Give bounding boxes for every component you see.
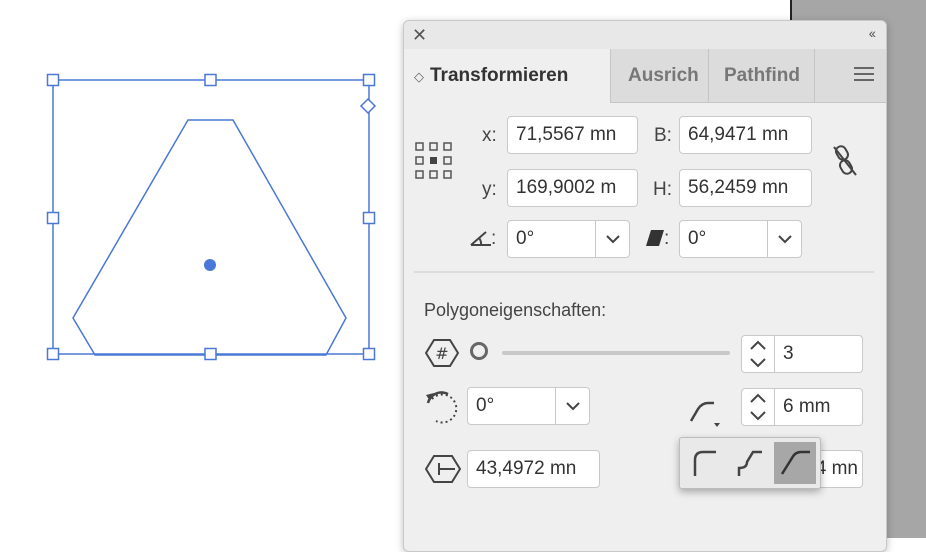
rotate-label: : — [491, 228, 497, 249]
reference-point-icon[interactable] — [414, 141, 454, 181]
shear-icon — [646, 230, 664, 246]
tab-expand-icon: ◇ — [414, 69, 424, 84]
corner-type-popup — [679, 437, 821, 489]
y-label: y: — [482, 179, 497, 200]
y-position-field[interactable]: 169,9002 m — [507, 169, 638, 207]
shear-angle-dropdown[interactable]: 0° — [679, 220, 802, 258]
tab-ausrichten[interactable]: Ausrich — [628, 49, 708, 102]
panel-tabs: ◇ Transformieren Ausrich Pathfind — [404, 49, 886, 103]
x-position-field[interactable]: 71,5567 mn — [507, 116, 638, 154]
collapse-icon[interactable]: ‹‹ — [869, 25, 876, 41]
close-icon[interactable]: ✕ — [412, 25, 427, 45]
polygon-rotation-icon — [426, 391, 458, 424]
height-label: H: — [653, 179, 672, 200]
chevron-down-icon[interactable] — [555, 388, 589, 424]
resize-handle-right[interactable] — [362, 211, 376, 225]
polygon-sides-slider[interactable] — [502, 351, 730, 355]
side-length-icon — [425, 455, 461, 483]
width-field[interactable]: 64,9471 mn — [679, 116, 812, 154]
sides-stepper[interactable] — [741, 335, 775, 373]
selected-polygon[interactable] — [0, 0, 400, 400]
x-label: x: — [482, 125, 497, 146]
height-field[interactable]: 56,2459 mn — [679, 169, 812, 207]
tab-transformieren[interactable]: ◇ Transformieren — [404, 49, 611, 103]
polygon-sides-icon: # — [425, 339, 459, 367]
resize-handle-top[interactable] — [204, 73, 217, 87]
width-label: B: — [654, 125, 672, 146]
side-length-field[interactable]: 43,4972 mn — [467, 450, 600, 488]
polygon-rotation-dropdown[interactable]: 0° — [467, 387, 590, 425]
shear-label: : — [664, 228, 670, 249]
resize-handle-bottom-right[interactable] — [362, 347, 376, 361]
svg-text:#: # — [435, 344, 448, 363]
section-divider — [414, 271, 874, 273]
panel-menu-icon[interactable] — [854, 67, 874, 81]
constrain-proportions-icon[interactable] — [830, 143, 860, 179]
corner-chamfer-option[interactable] — [774, 442, 816, 484]
rotate-angle-dropdown[interactable]: 0° — [507, 220, 630, 258]
corner-radius-stepper[interactable] — [741, 388, 775, 426]
rotate-angle-icon — [470, 231, 491, 246]
sides-count-field[interactable]: 3 — [775, 335, 863, 373]
resize-handle-left[interactable] — [46, 211, 60, 225]
selection-bounding-box — [52, 79, 370, 355]
resize-handle-bottom-left[interactable] — [46, 347, 60, 361]
corner-radius-field[interactable]: 6 mm — [775, 388, 863, 426]
chevron-down-icon[interactable] — [595, 221, 629, 257]
corner-inverted-option[interactable] — [730, 442, 772, 484]
polygon-properties-title: Polygoneigenschaften: — [424, 300, 607, 320]
center-point — [204, 259, 216, 271]
tab-pathfinder[interactable]: Pathfind — [724, 49, 808, 102]
panel-titlebar: ✕ ‹‹ — [404, 21, 886, 49]
corner-round-option[interactable] — [684, 442, 726, 484]
resize-handle-top-left[interactable] — [46, 73, 60, 87]
tab-separator — [708, 49, 709, 102]
resize-handle-top-right[interactable] — [362, 73, 376, 87]
polygon-shape[interactable] — [72, 119, 347, 356]
polygon-sides-slider-knob[interactable] — [470, 342, 488, 360]
transform-panel: ✕ ‹‹ ◇ Transformieren Ausrich Pathfind x:… — [403, 20, 887, 552]
chevron-down-icon[interactable] — [767, 221, 801, 257]
tab-separator — [814, 49, 815, 102]
polygon-sides-widget[interactable] — [359, 97, 377, 115]
resize-handle-bottom[interactable] — [204, 347, 217, 361]
corner-type-icon[interactable] — [688, 395, 722, 429]
